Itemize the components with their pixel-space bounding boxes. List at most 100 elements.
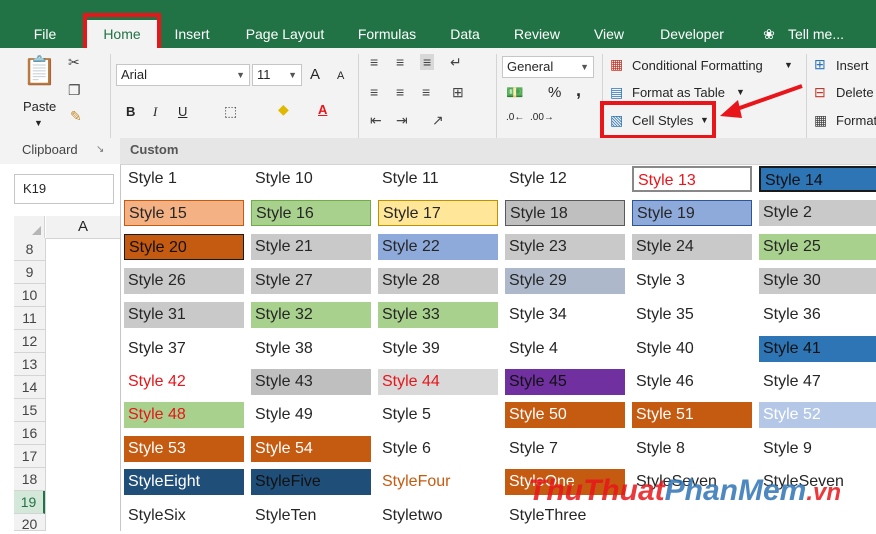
style-tile[interactable]: Style 46 [632, 369, 752, 395]
tab-insert[interactable]: Insert [166, 20, 218, 48]
currency-icon[interactable]: 💵 [506, 84, 523, 100]
tab-page-layout[interactable]: Page Layout [236, 20, 334, 48]
style-tile[interactable]: Style 25 [759, 234, 876, 260]
copy-icon[interactable]: ❐ [68, 82, 81, 98]
style-tile[interactable]: Style 35 [632, 302, 752, 328]
style-tile[interactable]: Style 32 [251, 302, 371, 328]
style-tile[interactable]: Style 20 [124, 234, 244, 260]
orientation-icon[interactable]: ↗ [432, 112, 444, 128]
style-tile[interactable]: Style 42 [124, 369, 244, 395]
font-color-icon[interactable]: A [318, 102, 327, 117]
style-tile[interactable]: Style 33 [378, 302, 498, 328]
style-tile[interactable]: Style 10 [251, 166, 371, 192]
style-tile[interactable]: Style 28 [378, 268, 498, 294]
delete-cells-button[interactable]: Delete [836, 85, 874, 100]
style-tile[interactable]: Style 37 [124, 336, 244, 362]
style-tile[interactable]: Style 6 [378, 436, 498, 462]
row-header[interactable]: 11 [14, 307, 45, 330]
style-tile[interactable]: Style 51 [632, 402, 752, 428]
dialog-launcher-icon[interactable]: ↘ [96, 144, 104, 155]
row-header[interactable]: 9 [14, 261, 45, 284]
italic-button[interactable]: I [153, 104, 157, 120]
increase-decimal-icon[interactable]: .0← [506, 112, 524, 123]
font-size-combo[interactable]: 11 ▼ [252, 64, 302, 86]
style-tile[interactable]: StyleSeven [632, 469, 752, 495]
cell-styles-button[interactable]: Cell Styles [632, 113, 693, 128]
percent-button[interactable]: % [548, 84, 561, 101]
style-tile[interactable]: Style 22 [378, 234, 498, 260]
style-tile[interactable]: Style 4 [505, 336, 625, 362]
select-all-corner[interactable] [14, 216, 45, 238]
row-header[interactable]: 16 [14, 422, 45, 445]
shrink-font-button[interactable]: A [337, 70, 344, 82]
tell-me-search[interactable]: Tell me... [776, 20, 856, 48]
tab-formulas[interactable]: Formulas [346, 20, 428, 48]
tab-data[interactable]: Data [442, 20, 488, 48]
chevron-down-icon[interactable]: ▼ [700, 115, 709, 125]
chevron-down-icon[interactable]: ▼ [784, 60, 793, 70]
style-tile[interactable]: Style 26 [124, 268, 244, 294]
borders-icon[interactable]: ⬚ [224, 103, 237, 119]
style-tile[interactable]: StyleEight [124, 469, 244, 495]
style-tile[interactable]: Style 18 [505, 200, 625, 226]
style-tile[interactable]: Style 31 [124, 302, 244, 328]
style-tile[interactable]: Style 23 [505, 234, 625, 260]
row-header[interactable]: 12 [14, 330, 45, 353]
row-header[interactable]: 17 [14, 445, 45, 468]
style-tile[interactable]: Style 1 [124, 166, 244, 192]
style-tile[interactable]: Style 2 [759, 200, 876, 226]
style-tile[interactable]: Style 38 [251, 336, 371, 362]
style-tile[interactable]: Style 8 [632, 436, 752, 462]
paste-icon[interactable]: 📋 [22, 56, 57, 86]
style-tile[interactable]: StyleFive [251, 469, 371, 495]
tab-review[interactable]: Review [504, 20, 570, 48]
font-name-combo[interactable]: Arial ▼ [116, 64, 250, 86]
style-tile[interactable]: Style 13 [632, 166, 752, 192]
fill-color-icon[interactable]: ◆ [278, 101, 289, 117]
style-tile[interactable]: StyleSeven [759, 469, 876, 495]
number-format-combo[interactable]: General ▼ [502, 56, 594, 78]
row-header[interactable]: 15 [14, 399, 45, 422]
comma-button[interactable]: , [576, 80, 581, 101]
style-tile[interactable]: Style 15 [124, 200, 244, 226]
style-tile[interactable]: Style 44 [378, 369, 498, 395]
grow-font-button[interactable]: A [310, 66, 320, 83]
row-header[interactable]: 20 [14, 514, 45, 532]
align-bottom-icon[interactable]: ≡ [420, 54, 435, 70]
style-tile[interactable]: Style 11 [378, 166, 498, 192]
style-tile[interactable]: StyleSix [124, 503, 244, 529]
style-tile[interactable]: Style 47 [759, 369, 876, 395]
format-cells-button[interactable]: Format [836, 113, 876, 128]
row-header-selected[interactable]: 19 [14, 491, 45, 514]
style-tile[interactable]: Style 40 [632, 336, 752, 362]
align-top-icon[interactable]: ≡ [370, 54, 378, 70]
style-tile[interactable]: Style 29 [505, 268, 625, 294]
tab-home[interactable]: Home [86, 20, 158, 48]
row-header[interactable]: 13 [14, 353, 45, 376]
cut-icon[interactable]: ✂ [68, 54, 80, 70]
style-tile[interactable]: Style 49 [251, 402, 371, 428]
style-tile[interactable]: Style 17 [378, 200, 498, 226]
style-tile[interactable]: Style 14 [759, 166, 876, 192]
decrease-indent-icon[interactable]: ⇤ [370, 112, 382, 128]
style-tile[interactable]: Style 52 [759, 402, 876, 428]
row-header[interactable]: 10 [14, 284, 45, 307]
insert-cells-button[interactable]: Insert [836, 58, 869, 73]
style-tile[interactable]: Style 19 [632, 200, 752, 226]
style-tile[interactable]: Style 48 [124, 402, 244, 428]
bold-button[interactable]: B [126, 104, 135, 119]
style-tile[interactable]: Style 9 [759, 436, 876, 462]
style-tile[interactable]: Style 45 [505, 369, 625, 395]
row-header[interactable]: 18 [14, 468, 45, 491]
align-center-icon[interactable]: ≡ [396, 84, 404, 100]
column-header-a[interactable]: A [46, 216, 120, 239]
align-left-icon[interactable]: ≡ [370, 84, 378, 100]
row-header[interactable]: 8 [14, 238, 45, 261]
wrap-text-icon[interactable]: ↵ [450, 54, 462, 70]
style-tile[interactable]: Styletwo [378, 503, 498, 529]
increase-indent-icon[interactable]: ⇥ [396, 112, 408, 128]
style-tile[interactable]: StyleFour [378, 469, 498, 495]
paste-button[interactable]: Paste [23, 99, 56, 114]
decrease-decimal-icon[interactable]: .00→ [530, 112, 554, 123]
underline-button[interactable]: U [178, 104, 187, 119]
